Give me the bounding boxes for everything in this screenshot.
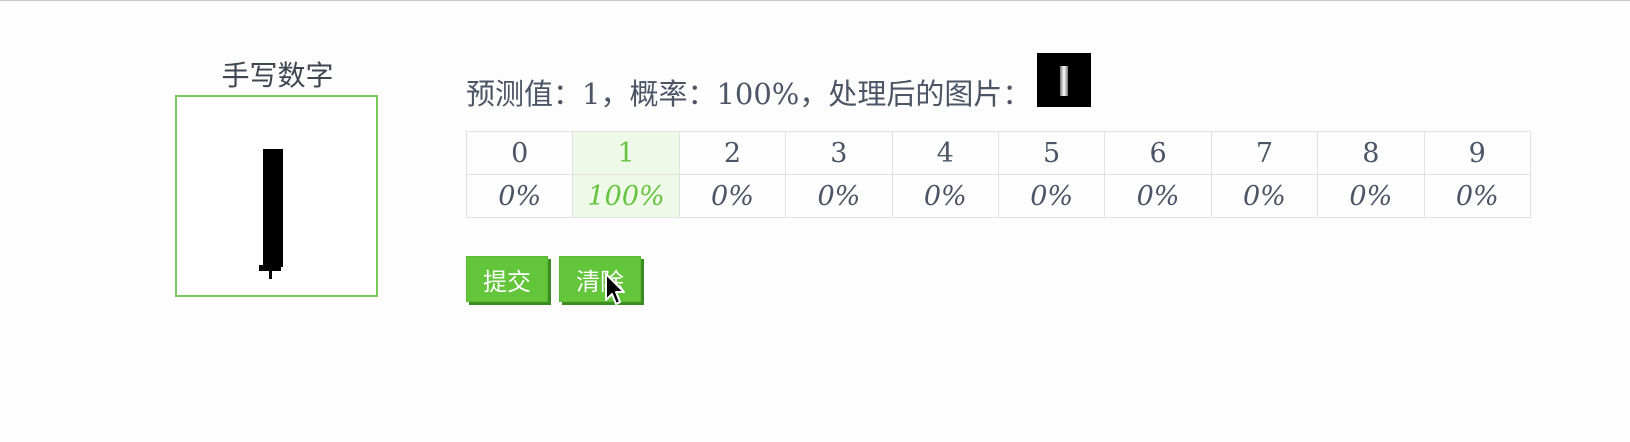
handwritten-stroke	[259, 149, 283, 279]
digit-label: 8	[1317, 131, 1425, 175]
probability-value: 0%	[891, 174, 999, 218]
digit-label: 7	[1210, 131, 1319, 175]
digit-label: 4	[891, 131, 999, 175]
processed-image-thumbnail	[1037, 53, 1092, 107]
digit-label: 6	[1104, 131, 1212, 175]
probability-value: 0%	[678, 174, 787, 218]
arrow-pointer-icon	[605, 273, 625, 305]
prediction-text: 预测值：1，概率：100%，处理后的图片：	[466, 77, 1032, 111]
probability-value: 100%	[572, 174, 680, 218]
digit-label: 3	[785, 131, 893, 175]
digit-label: 2	[678, 131, 787, 175]
clear-button[interactable]: 清除	[559, 256, 641, 302]
probability-row: 0% 100% 0% 0% 0% 0% 0% 0% 0% 0%	[465, 174, 1532, 218]
probability-value: 0%	[465, 174, 574, 218]
probability-value: 0%	[997, 174, 1106, 218]
probability-value: 0%	[785, 174, 893, 218]
digit-header-row: 0 1 2 3 4 5 6 7 8 9	[465, 131, 1532, 175]
probability-value: 0%	[1423, 174, 1532, 218]
top-divider	[0, 0, 1630, 1]
digit-label: 5	[997, 131, 1106, 175]
probability-value: 0%	[1104, 174, 1212, 218]
probability-value: 0%	[1317, 174, 1425, 218]
digit-label: 0	[465, 131, 574, 175]
submit-button[interactable]: 提交	[466, 256, 548, 302]
drawing-canvas[interactable]	[175, 95, 378, 297]
digit-label: 1	[572, 131, 680, 175]
probability-table: 0 1 2 3 4 5 6 7 8 9 0% 100% 0% 0% 0% 0% …	[465, 131, 1532, 218]
prediction-summary: 预测值：1，概率：100%，处理后的图片：	[466, 53, 1092, 112]
probability-value: 0%	[1210, 174, 1319, 218]
digit-label: 9	[1423, 131, 1532, 175]
drawing-pad-title: 手写数字	[221, 59, 334, 92]
